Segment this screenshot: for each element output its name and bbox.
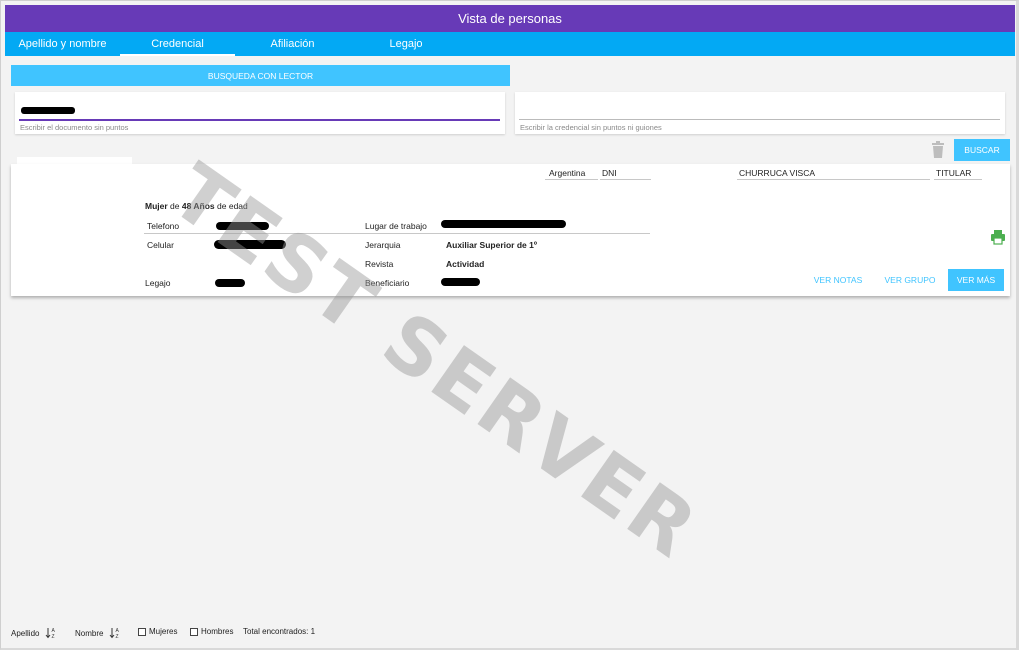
svg-text:Z: Z [52,634,55,639]
ver-mas-button[interactable]: VER MÁS [948,269,1004,291]
printer-icon[interactable] [990,229,1006,245]
page-title: Vista de personas [5,5,1015,32]
nombre-label: Nombre [75,628,104,638]
revista-label: Revista [365,259,394,269]
busqueda-lector-button[interactable]: BUSQUEDA CON LECTOR [11,65,510,86]
redacted-legajo [215,279,245,287]
redacted-telefono [216,222,269,230]
sort-az-icon[interactable]: A Z [109,627,121,639]
divider [144,233,650,234]
telefono-label: Telefono [147,221,180,231]
sort-apellido: Apellido A Z [11,627,57,639]
hombres-label: Hombres [201,627,234,636]
divider [545,179,598,180]
person-card[interactable]: Argentina DNI CHURRUCA VISCA TITULAR Muj… [11,164,1010,296]
legajo-label: Legajo [145,278,171,288]
documento-field: Escribir el documento sin puntos [15,92,505,134]
divider [737,179,930,180]
svg-text:Z: Z [116,634,119,639]
total-count: Total encontrados: 1 [243,627,316,636]
tab-credencial[interactable]: Credencial [120,32,235,56]
revista-value: Actividad [446,259,485,269]
jerarquia-value: Auxiliar Superior de 1º [446,240,537,250]
celular-label: Celular [147,240,174,250]
jerarquia-label: Jerarquia [365,240,401,250]
redacted-value [21,107,75,114]
documento-hint: Escribir el documento sin puntos [20,123,129,132]
age-pre: de [170,201,180,211]
credencial-input[interactable] [519,105,819,117]
beneficiario-label: Beneficiario [365,278,410,288]
gender: Mujer [145,201,168,211]
tab-apellido-nombre[interactable]: Apellido y nombre [5,32,120,56]
filter-hombres: Hombres [190,627,233,636]
mujeres-label: Mujeres [149,627,178,636]
ver-grupo-button[interactable]: VER GRUPO [879,269,941,291]
filter-mujeres: Mujeres [138,627,177,636]
redacted-beneficiario [441,278,480,286]
lugar-trabajo-label: Lugar de trabajo [365,221,427,231]
doc-type: DNI [602,168,617,178]
credencial-underline [519,119,1000,120]
apellido-label: Apellido [11,628,40,638]
credencial-hint: Escribir la credencial sin puntos ni gui… [520,123,662,132]
sort-az-icon[interactable]: A Z [45,627,57,639]
divider [600,179,651,180]
tab-afiliacion[interactable]: Afiliación [235,32,350,56]
person-surname: CHURRUCA VISCA [739,168,816,178]
hombres-checkbox[interactable] [190,627,198,636]
age-post: de edad [217,201,248,211]
trash-icon[interactable] [931,141,945,158]
country: Argentina [549,168,586,178]
credencial-field: Escribir la credencial sin puntos ni gui… [515,92,1005,134]
footer-bar: Apellido A Z Nombre A Z Mujeres Hombres … [0,627,1019,641]
tab-bar: Apellido y nombre Credencial Afiliación … [5,32,1015,56]
documento-underline [19,119,500,121]
gender-age: Mujer de 48 Años de edad [145,201,248,211]
sort-nombre: Nombre A Z [75,627,121,639]
divider [934,179,982,180]
ver-notas-button[interactable]: VER NOTAS [808,269,868,291]
mujeres-checkbox[interactable] [138,627,146,636]
redacted-celular [214,240,286,249]
buscar-button[interactable]: BUSCAR [954,139,1010,161]
age: 48 Años [181,201,215,211]
redacted-lugar-trabajo [441,220,566,228]
person-role: TITULAR [936,168,972,178]
tab-legajo[interactable]: Legajo [350,32,462,56]
